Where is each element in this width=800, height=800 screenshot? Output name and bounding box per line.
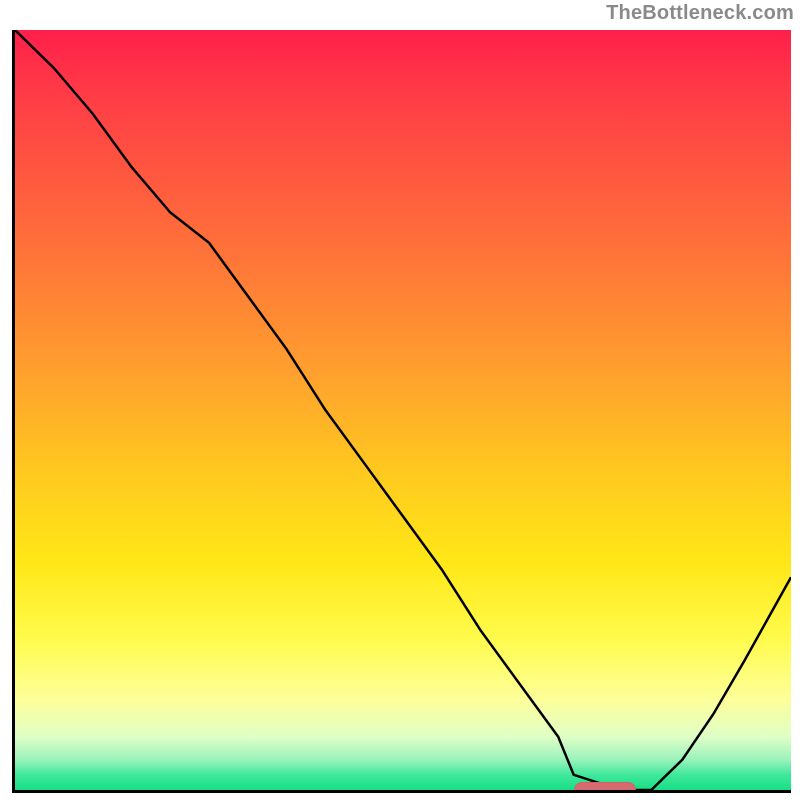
attribution-text: TheBottleneck.com <box>606 2 794 25</box>
optimum-marker <box>574 782 636 793</box>
chart-plot-area <box>12 30 791 793</box>
bottleneck-curve-line <box>15 30 791 790</box>
